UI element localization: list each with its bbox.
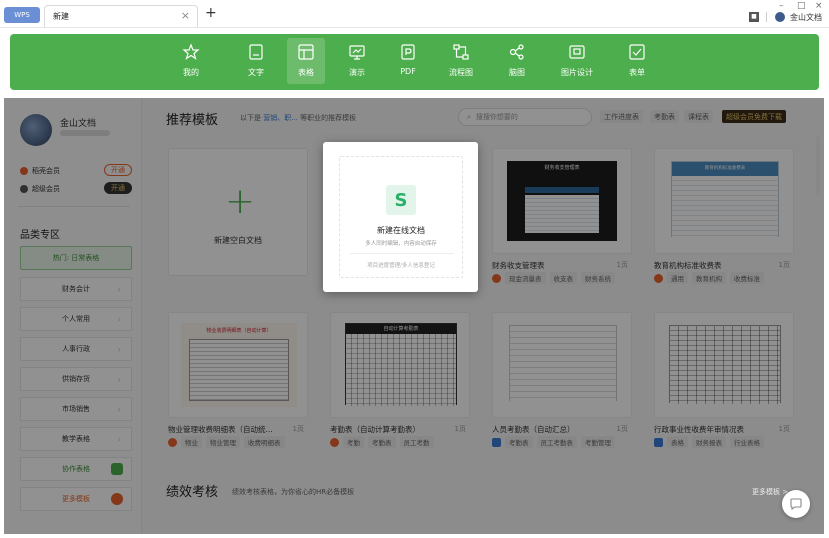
presentation-icon [349,45,365,60]
toolbar-label: 我的 [183,68,199,77]
title-divider [766,12,767,22]
user-name[interactable]: 金山文档 [790,12,822,23]
toolbar-label: 表格 [298,68,314,77]
online-card-inner: S 新建在线文档 多人同时编辑，内容自动保存 项目进度管理/多人信息登记 [339,156,463,278]
star-icon [182,43,200,60]
toolbar-item-sheet[interactable]: 表格 [287,38,325,84]
toolbar-item-form[interactable]: 表单 [618,38,656,84]
scrollbar[interactable] [816,136,820,196]
toolbar-label: 流程图 [449,68,473,77]
new-online-document-card[interactable]: S 新建在线文档 多人同时编辑，内容自动保存 项目进度管理/多人信息登记 [323,142,478,292]
toolbar-item-mine[interactable]: 我的 [172,38,210,84]
online-card-subtitle: 多人同时编辑，内容自动保存 [365,241,437,247]
document-tab-label: 新建 [53,12,69,21]
divider [350,253,454,254]
image-design-icon [569,45,585,59]
form-icon [629,44,645,60]
minimize-icon[interactable]: – [779,1,784,11]
toolbar-item-mindmap[interactable]: 脑图 [498,38,536,84]
flowchart-icon [453,44,469,60]
user-avatar[interactable] [775,12,785,22]
title-bar: WPS 新建 × + – □ × ■ 金山文档 [0,0,829,28]
document-icon [249,44,263,60]
online-card-title: 新建在线文档 [377,226,425,235]
app-center-icon[interactable]: ■ [749,12,759,22]
new-document-toolbar: 我的 文字 表格 演示 PDF 流程图 脑图 图片设计 表单 [10,34,819,90]
toolbar-label: 演示 [349,68,365,77]
toolbar-label: 图片设计 [561,68,593,77]
toolbar-label: PDF [400,67,416,76]
maximize-icon[interactable]: □ [797,1,806,11]
online-card-note: 项目进度管理/多人信息登记 [367,263,435,269]
add-tab-button[interactable]: + [205,5,217,21]
table-icon [298,44,314,60]
feedback-button[interactable] [782,490,810,518]
toolbar-item-pdf[interactable]: PDF [389,38,427,84]
document-tab[interactable]: 新建 × [44,5,198,27]
pdf-icon [401,44,415,60]
mindmap-icon [509,44,524,60]
chat-icon [790,498,802,511]
toolbar-item-flowchart[interactable]: 流程图 [442,38,480,84]
wps-home-tab[interactable]: WPS [4,7,40,23]
toolbar-item-image-design[interactable]: 图片设计 [558,38,596,84]
toolbar-item-presentation[interactable]: 演示 [338,38,376,84]
toolbar-item-writer[interactable]: 文字 [237,38,275,84]
more-templates-link[interactable]: 更多模板 > [752,487,788,497]
toolbar-label: 文字 [248,68,264,77]
toolbar-label: 脑图 [509,68,525,77]
close-tab-icon[interactable]: × [181,9,190,22]
toolbar-label: 表单 [629,68,645,77]
online-sheet-icon: S [386,185,416,215]
close-window-icon[interactable]: × [815,1,823,11]
